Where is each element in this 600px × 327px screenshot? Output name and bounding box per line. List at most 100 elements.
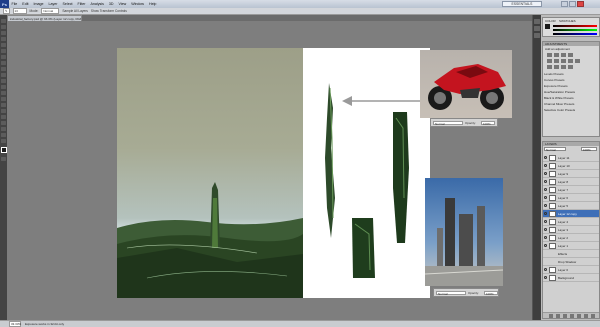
layer-row[interactable]: Layer 6 — [543, 194, 599, 202]
workspace-switcher[interactable]: ESSENTIALS — [502, 1, 542, 7]
history-panel-icon[interactable] — [534, 19, 540, 24]
curves-icon[interactable] — [561, 53, 566, 57]
quick-mask-icon[interactable] — [1, 157, 6, 161]
factory-opacity-field[interactable]: 100% — [484, 291, 498, 296]
menu-image[interactable]: Image — [31, 2, 46, 6]
sample-all-layers-checkbox[interactable]: Sample All Layers — [62, 9, 88, 13]
preset-hue-saturation[interactable]: Hue/Saturation Presets — [544, 90, 598, 95]
menu-analysis[interactable]: Analysis — [88, 2, 106, 6]
preset-selective-color[interactable]: Selective Color Presets — [544, 108, 598, 113]
layer-mask-icon[interactable] — [563, 314, 567, 318]
shape-tool-icon[interactable] — [1, 121, 6, 125]
brush-size-field[interactable]: 13 — [12, 8, 27, 14]
zoom-tool-icon[interactable] — [1, 139, 6, 143]
brightness-icon[interactable] — [547, 53, 552, 57]
layer-row[interactable]: Layer 11 — [543, 154, 599, 162]
lasso-tool-icon[interactable] — [1, 31, 6, 35]
path-select-tool-icon[interactable] — [1, 115, 6, 119]
history-brush-tool-icon[interactable] — [1, 73, 6, 77]
layer-style-icon[interactable] — [556, 314, 560, 318]
eye-icon[interactable] — [544, 244, 547, 247]
actions-panel-icon[interactable] — [534, 26, 540, 31]
new-layer-icon[interactable] — [584, 314, 588, 318]
crop-tool-icon[interactable] — [1, 43, 6, 47]
gradient-map-icon[interactable] — [568, 65, 573, 69]
threshold-icon[interactable] — [561, 65, 566, 69]
eye-icon[interactable] — [544, 156, 547, 159]
new-group-icon[interactable] — [577, 314, 581, 318]
layer-row[interactable]: Layer 3 — [543, 226, 599, 234]
eraser-tool-icon[interactable] — [1, 79, 6, 83]
quick-select-tool-icon[interactable] — [1, 37, 6, 41]
layer-row[interactable]: Layer 10 — [543, 162, 599, 170]
type-tool-icon[interactable] — [1, 109, 6, 113]
layer-row[interactable]: Layer 2 — [543, 234, 599, 242]
eye-icon[interactable] — [544, 204, 547, 207]
eye-icon[interactable] — [544, 268, 547, 271]
eye-icon[interactable] — [544, 228, 547, 231]
move-tool-icon[interactable] — [1, 19, 6, 23]
motorcycle-reference-image[interactable] — [420, 50, 512, 118]
layer-row[interactable]: Layer 1 — [543, 242, 599, 250]
minimize-button[interactable] — [561, 1, 568, 7]
exposure-icon[interactable] — [568, 53, 573, 57]
link-layers-icon[interactable] — [549, 314, 553, 318]
menu-select[interactable]: Select — [60, 2, 75, 6]
motorcycle-opacity-field[interactable]: 100% — [481, 121, 495, 126]
preset-black-white[interactable]: Black & White Presets — [544, 96, 598, 101]
healing-tool-icon[interactable] — [1, 55, 6, 59]
3d-rotate-tool-icon[interactable] — [1, 127, 6, 131]
zoom-field[interactable]: 33.33% — [9, 321, 21, 327]
brushes-panel-icon[interactable] — [534, 33, 540, 38]
layer-row[interactable]: Layer 9 — [543, 170, 599, 178]
layer-row[interactable]: Layer 8 — [543, 178, 599, 186]
color-tab[interactable]: COLOR — [545, 19, 556, 23]
menu-3d[interactable]: 3D — [106, 2, 116, 6]
preset-exposure[interactable]: Exposure Presets — [544, 84, 598, 89]
pen-tool-icon[interactable] — [1, 103, 6, 107]
eye-icon[interactable] — [544, 164, 547, 167]
menu-help[interactable]: Help — [147, 2, 159, 6]
menu-window[interactable]: Window — [129, 2, 147, 6]
dodge-tool-icon[interactable] — [1, 97, 6, 101]
mode-select[interactable]: Normal — [41, 8, 60, 14]
eye-icon[interactable] — [544, 180, 547, 183]
layer-opacity-field[interactable]: 100% — [581, 147, 597, 152]
hand-tool-icon[interactable] — [1, 133, 6, 137]
red-slider[interactable] — [553, 25, 597, 27]
eye-icon[interactable] — [544, 212, 547, 215]
layer-row[interactable]: Layer 5 — [543, 202, 599, 210]
eyedropper-tool-icon[interactable] — [1, 49, 6, 53]
motorcycle-blend-mode[interactable]: Normal — [433, 121, 463, 126]
eye-icon[interactable] — [544, 220, 547, 223]
green-slider[interactable] — [553, 29, 597, 31]
layer-row[interactable]: Layer 4 — [543, 218, 599, 226]
hue-saturation-icon[interactable] — [554, 59, 559, 63]
maximize-button[interactable] — [569, 1, 576, 7]
preset-channel-mixer[interactable]: Channel Mixer Presets — [544, 102, 598, 107]
levels-icon[interactable] — [554, 53, 559, 57]
layer-row-selected[interactable]: Layer 12 copy — [543, 210, 599, 218]
black-white-icon[interactable] — [568, 59, 573, 63]
color-balance-icon[interactable] — [561, 59, 566, 63]
color-foreground-swatch[interactable] — [545, 24, 550, 29]
tool-preset-picker[interactable]: ✎ — [3, 8, 10, 14]
vibrance-icon[interactable] — [547, 59, 552, 63]
factory-blend-mode[interactable]: Normal — [436, 291, 466, 296]
menu-file[interactable]: File — [9, 2, 20, 6]
swatches-tab[interactable]: SWATCHES — [559, 19, 576, 23]
adjustment-layer-icon[interactable] — [570, 314, 574, 318]
document-canvas[interactable] — [117, 48, 430, 298]
preset-curves[interactable]: Curves Presets — [544, 78, 598, 83]
posterize-icon[interactable] — [554, 65, 559, 69]
marquee-tool-icon[interactable] — [1, 25, 6, 29]
eye-icon[interactable] — [544, 196, 547, 199]
adjustments-tab[interactable]: ADJUSTMENTS — [543, 42, 599, 46]
eye-icon[interactable] — [544, 276, 547, 279]
factory-reference-image[interactable] — [424, 178, 504, 286]
preset-levels[interactable]: Levels Presets — [544, 72, 598, 77]
gradient-tool-icon[interactable] — [1, 85, 6, 89]
blur-tool-icon[interactable] — [1, 91, 6, 95]
clone-stamp-tool-icon[interactable] — [1, 67, 6, 71]
brush-tool-icon[interactable] — [1, 61, 6, 65]
